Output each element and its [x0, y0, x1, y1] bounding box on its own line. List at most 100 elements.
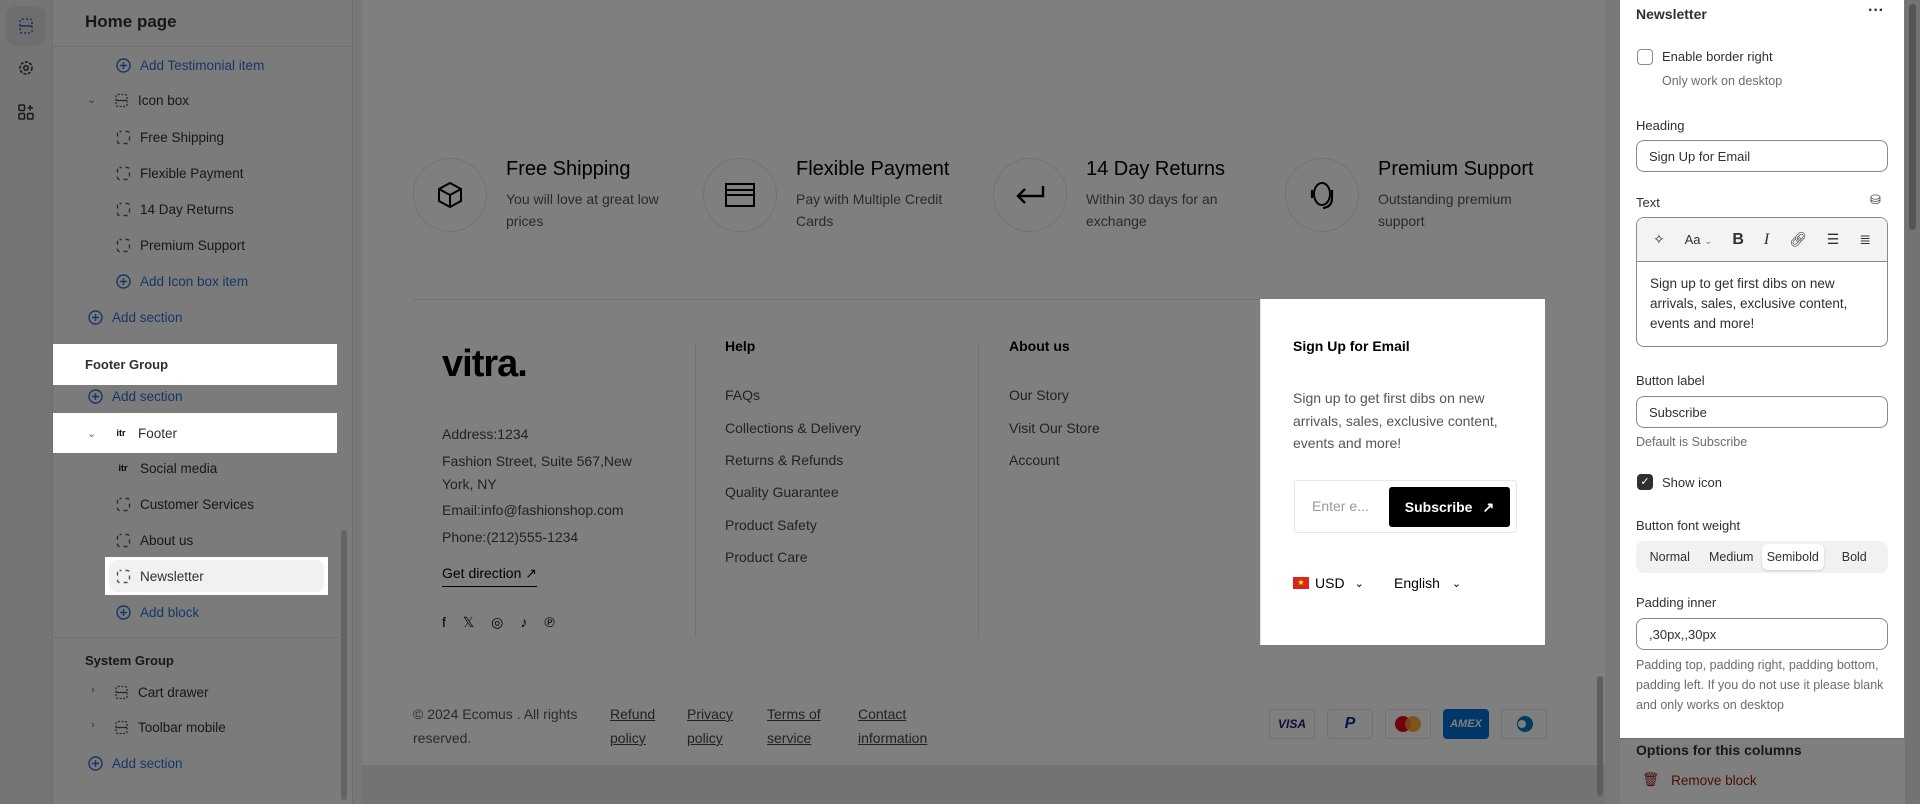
button-label-input[interactable]: Subscribe — [1636, 396, 1888, 428]
enable-border-right-checkbox[interactable] — [1637, 49, 1653, 65]
policy-link[interactable]: Terms of service — [767, 702, 821, 750]
help-text: Only work on desktop — [1662, 74, 1783, 88]
block-social-media[interactable]: itr Social media — [115, 450, 218, 486]
plus-circle-icon — [115, 604, 131, 620]
facebook-icon[interactable]: f — [442, 614, 446, 631]
icon-box-title: Flexible Payment — [796, 158, 950, 180]
chevron-down-icon[interactable]: ⌄ — [87, 427, 113, 440]
instagram-icon[interactable]: ◎ — [491, 614, 503, 631]
text-rich-editor[interactable]: ✧ Aa ⌄ B I 🔗︎ ☰ ≣ Sign up to get first d… — [1636, 217, 1888, 347]
help-link[interactable]: Collections & Delivery — [725, 420, 861, 436]
gear-icon[interactable] — [6, 48, 46, 88]
preview-scrollbar[interactable] — [1597, 676, 1603, 796]
chevron-right-icon[interactable]: › — [91, 719, 95, 731]
add-section-button[interactable]: Add section — [87, 745, 183, 781]
copyright-line: reserved. — [413, 730, 472, 746]
brand-logo: vitra. — [442, 343, 528, 385]
plus-circle-icon — [87, 309, 103, 325]
policy-link[interactable]: Contact information — [858, 702, 927, 750]
sidebar-scrollbar[interactable] — [341, 530, 347, 800]
trash-icon: 🗑︎ — [1642, 772, 1660, 787]
policy-link[interactable]: Refund policy — [610, 702, 655, 750]
block-newsletter-highlight[interactable]: Newsletter — [105, 557, 328, 595]
link-line: Privacy — [687, 706, 733, 722]
button-font-weight-selector: Normal Medium Semibold Bold — [1636, 541, 1888, 573]
help-link[interactable]: Product Care — [725, 549, 807, 565]
help-link[interactable]: FAQs — [725, 387, 760, 403]
block-icon — [115, 237, 131, 253]
options-heading: Options for this columns — [1636, 742, 1802, 758]
newsletter-block[interactable]: Sign Up for Email Sign up to get first d… — [1260, 299, 1545, 645]
padding-inner-input[interactable]: ,30px,,30px — [1636, 618, 1888, 650]
heading-input[interactable]: Sign Up for Email — [1636, 140, 1888, 172]
item-label: Premium Support — [140, 237, 246, 253]
policy-link[interactable]: Privacy policy — [687, 702, 733, 750]
block-icon — [115, 496, 131, 512]
sections-icon[interactable] — [6, 6, 46, 46]
email-input[interactable]: Enter e... — [1312, 498, 1369, 514]
block-premium-support[interactable]: Premium Support — [115, 227, 245, 263]
section-footer[interactable]: ⌄ itr Footer — [53, 413, 337, 453]
italic-icon[interactable]: I — [1764, 231, 1769, 249]
section-icon-box[interactable]: ⌄ Icon box — [87, 82, 189, 118]
block-newsletter[interactable]: Newsletter — [109, 560, 324, 592]
show-icon-checkbox[interactable]: ✓ — [1637, 474, 1653, 490]
icon-box-desc: You will love at great low prices — [506, 191, 659, 229]
link-line: Contact — [858, 706, 907, 722]
tiktok-icon[interactable]: ♪ — [520, 614, 527, 631]
more-options-icon[interactable]: ··· — [1868, 2, 1884, 20]
remove-block-button[interactable]: 🗑︎ Remove block — [1642, 772, 1757, 788]
add-testimonial-item-button[interactable]: Add Testimonial item — [115, 47, 264, 83]
block-free-shipping[interactable]: Free Shipping — [115, 119, 224, 155]
pinterest-icon[interactable]: ℗ — [544, 614, 554, 631]
option-semibold[interactable]: Semibold — [1762, 544, 1824, 570]
about-link[interactable]: Visit Our Store — [1009, 420, 1100, 436]
block-flexible-payment[interactable]: Flexible Payment — [115, 155, 244, 191]
currency-selector[interactable]: ★ USD ⌄ — [1293, 575, 1364, 591]
link-icon[interactable]: 🔗︎ — [1789, 231, 1807, 248]
option-normal[interactable]: Normal — [1639, 544, 1701, 570]
icon-box-desc: Within 30 days for an exchange — [1086, 191, 1218, 229]
chevron-right-icon[interactable]: › — [91, 684, 95, 696]
option-medium[interactable]: Medium — [1701, 544, 1763, 570]
help-link[interactable]: Quality Guarantee — [725, 484, 839, 500]
icon-box-title: 14 Day Returns — [1086, 158, 1225, 180]
add-block-button[interactable]: Add block — [115, 594, 199, 630]
block-14-day-returns[interactable]: 14 Day Returns — [115, 191, 234, 227]
currency-label: USD — [1315, 575, 1345, 591]
language-selector[interactable]: English ⌄ — [1394, 575, 1461, 591]
about-link[interactable]: Our Story — [1009, 387, 1069, 403]
help-link[interactable]: Returns & Refunds — [725, 452, 843, 468]
subscribe-button[interactable]: Subscribe ↗ — [1389, 487, 1510, 527]
dynamic-source-icon[interactable]: ⛁ — [1870, 192, 1881, 208]
help-link[interactable]: Product Safety — [725, 517, 817, 533]
field-label: Button label — [1636, 373, 1705, 388]
chevron-down-icon[interactable]: ⌄ — [87, 93, 96, 106]
block-about-us[interactable]: About us — [115, 522, 193, 558]
about-link[interactable]: Account — [1009, 452, 1060, 468]
paypal-icon: P — [1327, 709, 1373, 739]
button-label: Remove block — [1671, 772, 1757, 788]
item-label: Icon box — [138, 92, 190, 108]
editor-content[interactable]: Sign up to get first dibs on new arrival… — [1637, 262, 1887, 346]
section-toolbar-mobile[interactable]: › Toolbar mobile — [87, 709, 226, 745]
ai-sparkle-icon[interactable]: ✧ — [1653, 231, 1665, 248]
bold-icon[interactable]: B — [1732, 231, 1744, 249]
link-line: Terms of — [767, 706, 821, 722]
numbered-list-icon[interactable]: ≣ — [1859, 231, 1871, 248]
panel-scrollbar-thumb[interactable] — [1909, 4, 1916, 230]
get-direction-link[interactable]: Get direction ↗ — [442, 565, 537, 587]
column-divider — [695, 343, 696, 637]
text-style-icon[interactable]: Aa ⌄ — [1685, 232, 1713, 247]
section-icon — [113, 92, 129, 108]
icon-box-item: Flexible Payment Pay with Multiple Credi… — [703, 158, 993, 238]
x-icon[interactable]: 𝕏 — [463, 614, 474, 631]
panel-scrollbar-track[interactable] — [1905, 0, 1920, 804]
add-icon-box-item-button[interactable]: Add Icon box item — [115, 263, 248, 299]
apps-icon[interactable] — [6, 92, 46, 132]
block-customer-services[interactable]: Customer Services — [115, 486, 254, 522]
bullet-list-icon[interactable]: ☰ — [1827, 231, 1840, 248]
option-bold[interactable]: Bold — [1824, 544, 1886, 570]
section-cart-drawer[interactable]: › Cart drawer — [87, 674, 209, 710]
add-section-button[interactable]: Add section — [87, 299, 183, 335]
